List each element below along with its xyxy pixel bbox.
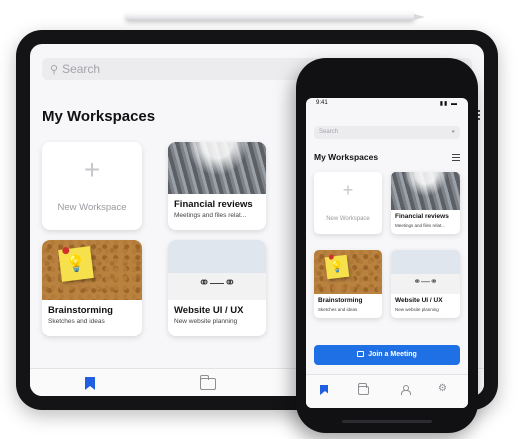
card-image: ⚭—⚭	[168, 240, 266, 300]
card-image	[391, 172, 460, 210]
page-title: My Workspaces	[314, 152, 379, 162]
glasses-icon: ⚭—⚭	[198, 274, 236, 290]
glasses-icon: ⚭—⚭	[413, 276, 438, 286]
search-placeholder: Search	[62, 62, 101, 76]
card-title: Financial reviews	[174, 199, 253, 210]
search-icon: ⚲	[50, 64, 59, 76]
card-title: Brainstorming	[318, 297, 363, 304]
join-meeting-button[interactable]: Join a Meeting	[314, 345, 460, 365]
plus-icon: +	[83, 154, 101, 185]
search-placeholder: Search	[319, 129, 339, 135]
card-subtitle: New website planning	[395, 307, 439, 312]
card-subtitle: Sketches and ideas	[318, 307, 358, 312]
card-image: 💡	[314, 250, 382, 294]
card-title: Brainstorming	[48, 305, 113, 316]
status-time: 9:41	[316, 100, 328, 106]
calendar-icon	[357, 351, 365, 357]
phone-device: 9:41 ▮▮ ▬ Search ● My Workspaces + New W…	[296, 58, 478, 433]
grid-view-icon[interactable]	[452, 154, 460, 161]
product-mockup: ⚲ Search My Workspaces + New Workspace Fi…	[0, 0, 517, 439]
phone-screen: 9:41 ▮▮ ▬ Search ● My Workspaces + New W…	[306, 98, 468, 408]
workspace-card[interactable]: 💡 Brainstorming Sketches and ideas	[42, 240, 142, 336]
lightbulb-icon: 💡	[329, 260, 345, 275]
folder-icon[interactable]	[357, 383, 369, 395]
sticky-note: 💡	[58, 246, 94, 282]
card-subtitle: Sketches and ideas	[48, 318, 105, 325]
card-title: Website UI / UX	[395, 297, 443, 304]
workspace-card[interactable]: ⚭—⚭ Website UI / UX New website planning	[391, 250, 460, 318]
card-subtitle: New website planning	[174, 318, 238, 325]
card-subtitle: Meetings and files relat...	[174, 212, 247, 219]
workspace-card[interactable]: Financial reviews Meetings and files rel…	[391, 172, 460, 234]
search-input[interactable]: Search ●	[314, 126, 460, 139]
workspace-card[interactable]: ⚭—⚭ Website UI / UX New website planning	[168, 240, 266, 336]
page-title: My Workspaces	[42, 108, 156, 125]
person-icon[interactable]	[401, 385, 411, 395]
new-workspace-card[interactable]: + New Workspace	[314, 172, 382, 234]
workspace-card[interactable]: 💡 Brainstorming Sketches and ideas	[314, 250, 382, 318]
new-workspace-label: New Workspace	[326, 216, 370, 222]
card-image: 💡	[42, 240, 142, 300]
microphone-icon[interactable]: ●	[451, 126, 455, 139]
status-bar: 9:41 ▮▮ ▬	[316, 100, 458, 107]
home-indicator	[342, 420, 432, 423]
card-title: Website UI / UX	[174, 305, 244, 316]
new-workspace-label: New Workspace	[57, 202, 127, 213]
tab-bar: ⚙	[306, 374, 468, 408]
card-title: Financial reviews	[395, 213, 449, 220]
bookmark-icon[interactable]	[320, 385, 330, 395]
lightbulb-icon: 💡	[65, 254, 87, 275]
signal-battery-icon: ▮▮ ▬	[439, 101, 458, 107]
card-image: ⚭—⚭	[391, 250, 460, 294]
sticky-note: 💡	[324, 254, 350, 280]
stylus-pencil	[125, 12, 425, 21]
new-workspace-card[interactable]: + New Workspace	[42, 142, 142, 230]
plus-icon: +	[342, 180, 354, 200]
bookmark-icon[interactable]	[85, 377, 95, 390]
folder-icon[interactable]	[199, 375, 216, 390]
workspace-card[interactable]: Financial reviews Meetings and files rel…	[168, 142, 266, 230]
card-image	[168, 142, 266, 194]
card-subtitle: Meetings and files relat...	[395, 223, 446, 228]
join-meeting-label: Join a Meeting	[368, 351, 417, 358]
gear-icon[interactable]: ⚙	[438, 383, 447, 394]
